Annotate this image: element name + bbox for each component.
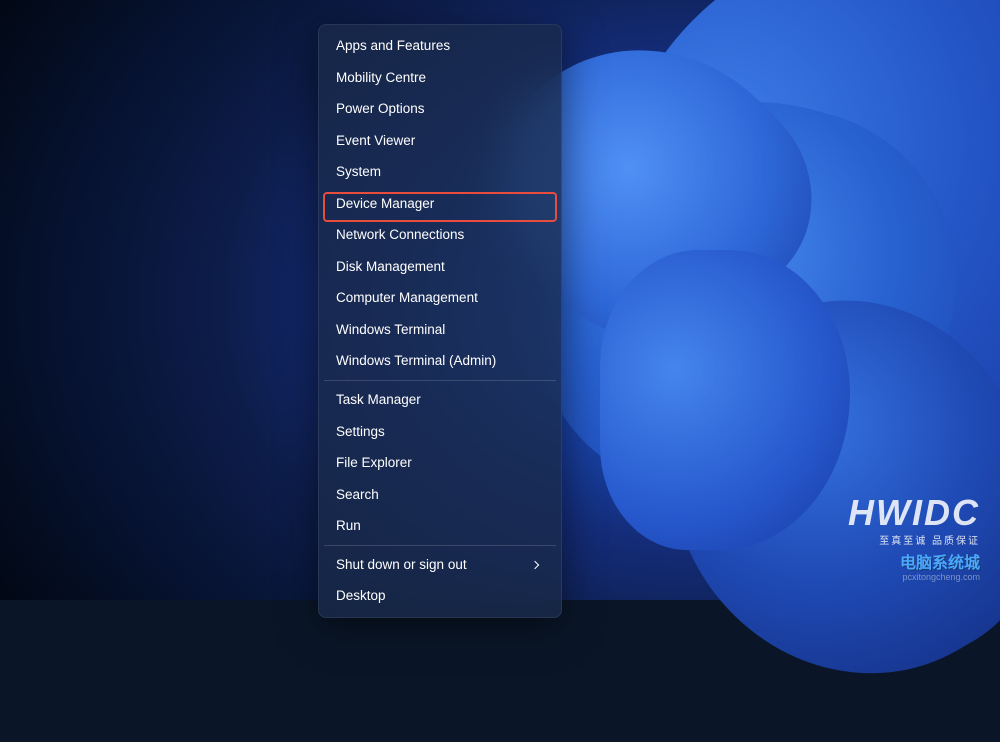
watermark-url: pcxitongcheng.com [848,572,980,582]
watermark-tagline: 至真至诚 品质保证 [848,532,980,547]
menu-label: Computer Management [336,289,478,307]
menu-apps-features[interactable]: Apps and Features [324,30,556,62]
watermark-logo: HWIDC [848,492,980,534]
watermark-site-name: 电脑系统城 [848,549,980,573]
menu-label: Task Manager [336,391,421,409]
menu-desktop[interactable]: Desktop [324,580,556,612]
menu-device-manager[interactable]: Device Manager [324,188,556,220]
menu-file-explorer[interactable]: File Explorer [324,447,556,479]
menu-label: System [336,163,381,181]
winx-context-menu: Apps and Features Mobility Centre Power … [318,24,562,618]
menu-search[interactable]: Search [324,479,556,511]
menu-label: Disk Management [336,258,445,276]
menu-label: Power Options [336,100,425,118]
menu-label: Event Viewer [336,132,415,150]
menu-settings[interactable]: Settings [324,416,556,448]
menu-task-manager[interactable]: Task Manager [324,384,556,416]
menu-label: File Explorer [336,454,412,472]
menu-disk-management[interactable]: Disk Management [324,251,556,283]
menu-label: Settings [336,423,385,441]
menu-power-options[interactable]: Power Options [324,93,556,125]
menu-run[interactable]: Run [324,510,556,542]
menu-shutdown-signout[interactable]: Shut down or sign out [324,549,556,581]
menu-label: Apps and Features [336,37,450,55]
menu-label: Mobility Centre [336,69,426,87]
menu-label: Shut down or sign out [336,556,467,574]
menu-label: Windows Terminal [336,321,445,339]
menu-mobility-centre[interactable]: Mobility Centre [324,62,556,94]
chevron-right-icon [531,560,539,568]
menu-label: Device Manager [336,195,434,213]
menu-label: Network Connections [336,226,464,244]
menu-computer-management[interactable]: Computer Management [324,282,556,314]
menu-label: Desktop [336,587,386,605]
menu-label: Search [336,486,379,504]
menu-windows-terminal[interactable]: Windows Terminal [324,314,556,346]
menu-label: Run [336,517,361,535]
menu-system[interactable]: System [324,156,556,188]
menu-separator [324,545,556,546]
watermark: HWIDC 至真至诚 品质保证 电脑系统城 pcxitongcheng.com [848,492,980,582]
menu-network-connections[interactable]: Network Connections [324,219,556,251]
menu-event-viewer[interactable]: Event Viewer [324,125,556,157]
menu-label: Windows Terminal (Admin) [336,352,496,370]
menu-separator [324,380,556,381]
menu-windows-terminal-admin[interactable]: Windows Terminal (Admin) [324,345,556,377]
